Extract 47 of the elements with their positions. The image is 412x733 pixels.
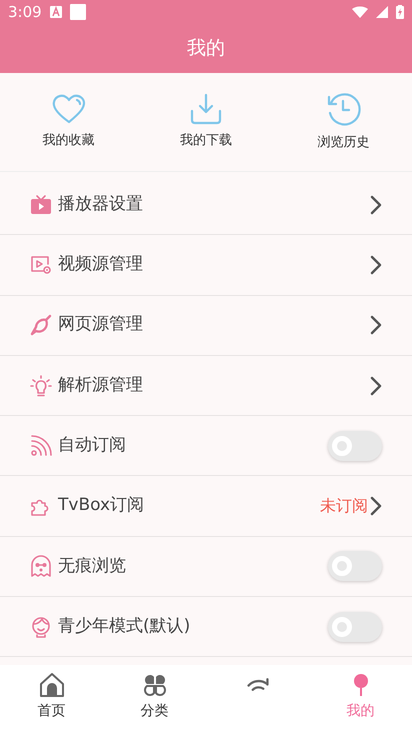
chevron-right-icon bbox=[370, 194, 382, 215]
settings-label: 视频源管理 bbox=[58, 253, 144, 276]
video-settings-icon bbox=[30, 254, 52, 276]
settings-row[interactable]: 自动订阅 bbox=[0, 416, 412, 476]
toggle-switch[interactable] bbox=[328, 612, 382, 642]
chevron-right-icon bbox=[370, 315, 382, 336]
cell-signal-icon bbox=[376, 6, 388, 18]
settings-row[interactable]: 网页源管理 bbox=[0, 296, 412, 356]
signal-icon bbox=[246, 677, 268, 691]
heart-icon bbox=[50, 93, 87, 126]
lightbulb-icon bbox=[30, 374, 52, 397]
settings-label: 青少年模式(默认) bbox=[58, 614, 192, 638]
tv-icon bbox=[30, 194, 52, 216]
notification-icon bbox=[70, 4, 86, 20]
nav-tab[interactable]: 首页 bbox=[0, 665, 103, 733]
chevron-right-icon bbox=[370, 254, 382, 275]
nav-tab[interactable]: 分类 bbox=[103, 665, 206, 733]
history-icon bbox=[325, 91, 362, 128]
page-title: 我的 bbox=[187, 36, 225, 62]
settings-label: TvBox订阅 bbox=[58, 494, 146, 518]
shortcut-button[interactable]: 我的下载 bbox=[137, 73, 275, 171]
toggle-switch[interactable] bbox=[328, 551, 382, 582]
settings-row[interactable]: TvBox订阅 未订阅 bbox=[0, 476, 412, 537]
chevron-right-icon bbox=[370, 376, 382, 396]
shortcut-button[interactable]: 我的收藏 bbox=[0, 73, 138, 171]
battery-icon bbox=[396, 5, 404, 19]
shortcut-button[interactable]: 浏览历史 bbox=[274, 73, 412, 171]
home-icon bbox=[38, 671, 66, 699]
chevron-right-icon bbox=[370, 496, 382, 516]
rss-icon bbox=[30, 434, 52, 457]
settings-label: 自动订阅 bbox=[58, 434, 127, 458]
settings-row[interactable]: 播放器设置 bbox=[0, 175, 412, 236]
settings-row[interactable]: 视频源管理 bbox=[0, 235, 412, 296]
child-face-icon bbox=[30, 616, 52, 638]
toggle-switch[interactable] bbox=[328, 430, 382, 461]
wifi-icon bbox=[352, 6, 368, 18]
settings-row[interactable]: 解析源管理 bbox=[0, 356, 412, 416]
settings-label: 无痕浏览 bbox=[58, 554, 127, 578]
subscription-status: 未订阅 bbox=[320, 495, 368, 518]
notification-icon bbox=[50, 6, 62, 18]
settings-row[interactable]: 无痕浏览 bbox=[0, 536, 412, 598]
ghost-icon bbox=[30, 555, 52, 578]
settings-label: 网页源管理 bbox=[58, 313, 144, 336]
settings-label: 播放器设置 bbox=[58, 192, 144, 216]
status-time: 3:09 bbox=[8, 2, 42, 23]
settings-label: 解析源管理 bbox=[58, 374, 144, 397]
settings-row[interactable]: 青少年模式(默认) bbox=[0, 597, 412, 658]
